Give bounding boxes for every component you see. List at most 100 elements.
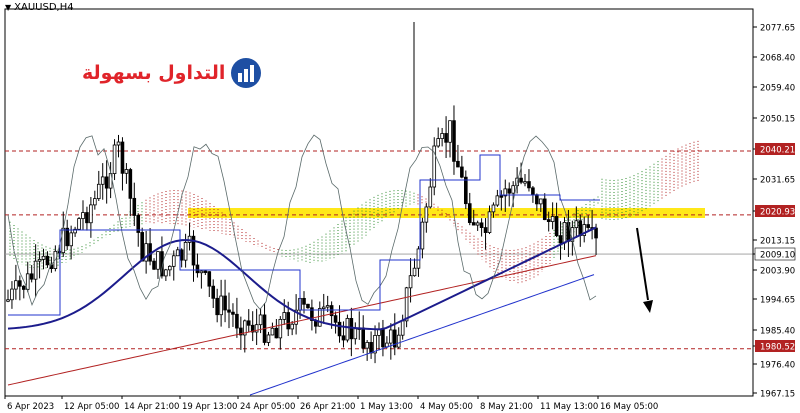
candle-body — [491, 204, 496, 213]
candle-body — [290, 323, 294, 330]
candle-body — [499, 195, 504, 198]
candle-body — [546, 219, 551, 222]
chart-window[interactable]: 2077.65 2068.40 2059.40 2050.15 2040.21 2031.… — [0, 0, 800, 413]
candle-body — [266, 334, 271, 343]
candle-body — [175, 249, 180, 257]
candle-body — [554, 216, 559, 237]
price-tick-label: 2009.10 — [760, 251, 795, 261]
candle-body — [77, 218, 81, 230]
candle-body — [440, 133, 444, 140]
time-tick-label: 11 May 13:00 — [540, 402, 598, 412]
candle-body — [156, 251, 160, 270]
candle-body — [223, 295, 227, 311]
candle-body — [507, 188, 512, 194]
candle-body — [81, 212, 85, 220]
candle-body — [120, 141, 125, 174]
candle-body — [341, 335, 346, 341]
time-tick-label: 24 Apr 05:00 — [240, 402, 295, 412]
candle-body — [464, 176, 468, 205]
candle-body — [199, 270, 204, 274]
kijun-line — [8, 154, 600, 316]
candle-body — [542, 198, 547, 221]
candle-body — [211, 285, 216, 299]
chikou-span-line — [7, 134, 597, 310]
candle-body — [361, 327, 365, 349]
candle-body — [345, 318, 350, 341]
candle-body — [325, 305, 330, 308]
candle-body — [369, 341, 373, 354]
candle-body — [37, 258, 42, 262]
price-tick-label: 2050.15 — [760, 115, 795, 125]
moving-average-fast — [7, 226, 597, 331]
candle-body — [124, 169, 129, 174]
candle-body — [337, 321, 342, 337]
candle-body — [179, 249, 184, 261]
candle-body — [203, 270, 208, 273]
candle-body — [132, 197, 137, 216]
price-tick-label: 2003.90 — [760, 267, 795, 277]
candle-body — [100, 176, 105, 185]
candle-body — [274, 327, 279, 339]
candle-body — [14, 280, 18, 290]
price-tick-label: 1967.15 — [760, 390, 795, 400]
candle-body — [45, 255, 50, 266]
candle-body — [96, 183, 101, 200]
candle-body — [116, 141, 121, 146]
price-tick-label: 2013.15 — [760, 237, 795, 247]
candle-body — [152, 260, 156, 270]
candle-body — [396, 334, 401, 348]
candle-body — [487, 211, 492, 233]
down-arrow-head-icon — [643, 300, 653, 313]
candle-body — [456, 160, 460, 168]
candle-body — [89, 204, 93, 224]
candle-body — [373, 334, 377, 354]
price-tick-label: 2020.93 — [760, 208, 795, 218]
candle-body — [428, 186, 433, 208]
down-arrow-icon — [636, 227, 649, 301]
candle-body — [183, 241, 188, 261]
candle-body — [539, 198, 543, 205]
time-tick-label: 4 May 05:00 — [420, 402, 473, 412]
candle-body — [448, 120, 452, 143]
candle-body — [317, 308, 322, 327]
dropdown-arrow-icon[interactable]: ▼ — [5, 3, 11, 12]
candle-body — [286, 312, 291, 330]
price-tick-label: 2077.65 — [760, 24, 795, 34]
candle-body — [353, 328, 358, 340]
price-tick-label: 2040.21 — [760, 146, 795, 156]
candle-body — [302, 297, 306, 305]
price-tick-label: 2068.40 — [760, 54, 795, 64]
candle-body — [6, 299, 10, 302]
candle-body — [531, 187, 535, 196]
candle-body — [467, 203, 472, 223]
candle-body — [215, 297, 219, 316]
brand-logo: التداول بسهولة — [82, 58, 262, 88]
candle-body — [207, 271, 212, 287]
candle-body — [171, 255, 176, 267]
candle-body — [535, 194, 539, 205]
candle-body — [235, 313, 239, 329]
moving-average-slow — [7, 255, 597, 386]
candle-body — [61, 227, 66, 254]
candle-body — [85, 212, 89, 224]
candle-body — [412, 267, 417, 277]
candle-body — [424, 206, 429, 223]
candle-body — [519, 177, 523, 183]
candle-body — [475, 222, 480, 226]
candle-body — [452, 120, 456, 162]
candle-body — [444, 133, 448, 143]
logo-text: التداول بسهولة — [82, 62, 226, 84]
candle-body — [104, 176, 109, 189]
candle-body — [389, 329, 393, 344]
candle-body — [270, 327, 275, 336]
bar-chart-logo-icon — [231, 58, 262, 88]
candle-body — [29, 273, 34, 280]
candle-body — [93, 198, 97, 206]
time-tick-label: 8 May 21:00 — [480, 402, 533, 412]
candle-body — [460, 166, 464, 178]
candle-body — [231, 311, 235, 315]
time-tick-label: 26 Apr 21:00 — [300, 402, 355, 412]
candle-body — [246, 320, 251, 326]
price-tick-label: 2059.40 — [760, 84, 795, 94]
candle-body — [69, 232, 73, 247]
